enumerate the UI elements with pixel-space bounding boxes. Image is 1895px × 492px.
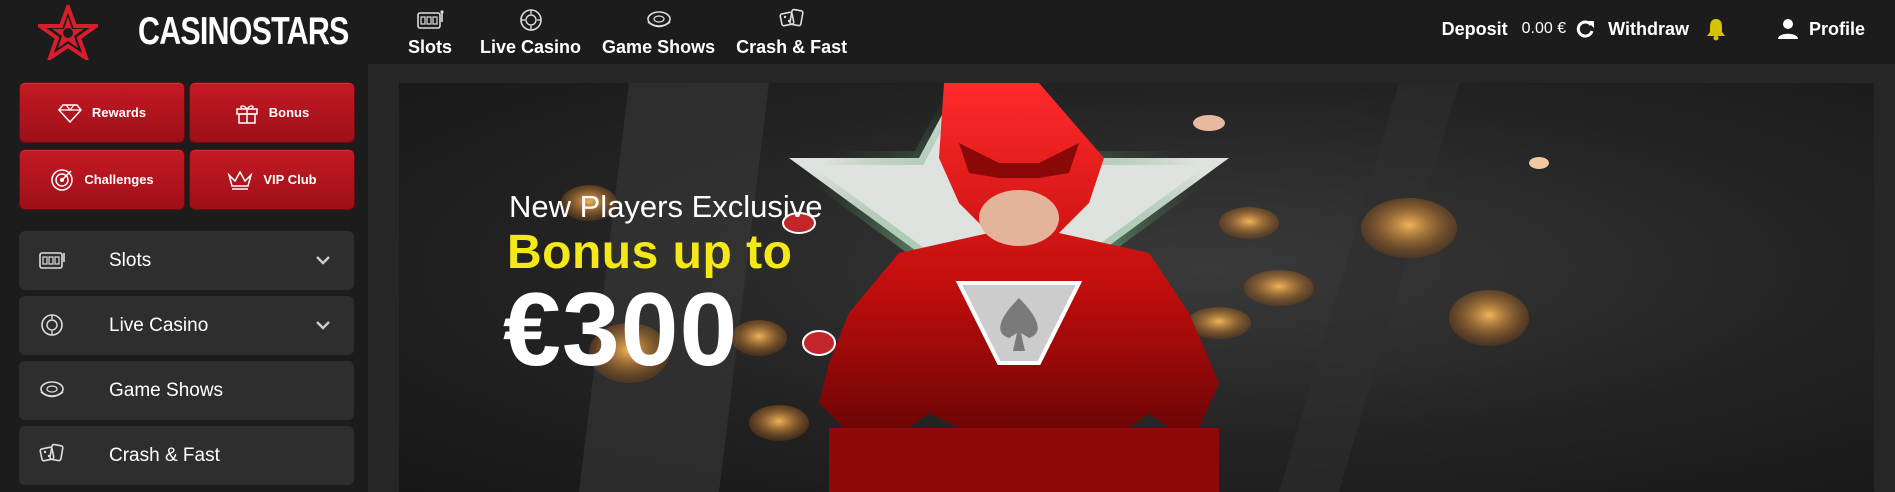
promo-banner[interactable]: New Players Exclusive Bonus up to €300 xyxy=(399,83,1874,492)
challenges-button[interactable]: Challenges xyxy=(19,149,185,210)
sidebar-item-slots[interactable]: Slots xyxy=(19,231,354,290)
sidebar-item-label: Crash & Fast xyxy=(109,444,220,466)
challenges-label: Challenges xyxy=(84,172,154,187)
deposit-button[interactable]: Deposit xyxy=(1442,19,1508,40)
sidebar-item-label: Game Shows xyxy=(109,379,224,401)
sidebar: Rewards Bonus Challenges VIP Club Slots … xyxy=(0,64,368,492)
chevron-down-icon[interactable] xyxy=(314,316,332,334)
roulette-chip-icon xyxy=(519,9,542,31)
target-icon xyxy=(51,168,74,191)
gift-icon xyxy=(236,104,258,124)
nav-game-shows[interactable]: Game Shows xyxy=(602,0,715,58)
sidebar-item-label: Live Casino xyxy=(109,314,209,336)
top-header: CASINOSTARS Slots Live Casino Game Shows… xyxy=(0,0,1895,64)
main-nav: Slots Live Casino Game Shows Crash & Fas… xyxy=(398,0,847,64)
bell-icon[interactable] xyxy=(1705,17,1727,41)
star-logo-icon[interactable] xyxy=(38,5,98,60)
sidebar-item-live-casino[interactable]: Live Casino xyxy=(19,296,354,355)
nav-label: Slots xyxy=(408,37,453,57)
dice-cards-icon xyxy=(779,8,804,27)
game-show-wheel-icon xyxy=(646,11,671,28)
nav-label: Live Casino xyxy=(480,37,582,57)
sidebar-item-label: Slots xyxy=(109,249,152,271)
slot-machine-icon xyxy=(417,10,444,29)
banner-amount: €300 xyxy=(503,272,739,388)
nav-label: Game Shows xyxy=(602,37,716,57)
user-icon[interactable] xyxy=(1777,18,1799,40)
roulette-chip-icon xyxy=(41,314,63,336)
refresh-icon[interactable] xyxy=(1574,18,1596,40)
rewards-button[interactable]: Rewards xyxy=(19,82,185,143)
vip-club-label: VIP Club xyxy=(263,172,317,187)
nav-slots[interactable]: Slots xyxy=(408,0,452,58)
chevron-down-icon[interactable] xyxy=(314,251,332,269)
banner-headline: New Players Exclusive xyxy=(509,189,823,224)
main-content: New Players Exclusive Bonus up to €300 xyxy=(368,64,1895,492)
nav-crash-fast[interactable]: Crash & Fast xyxy=(736,0,847,58)
diamond-icon xyxy=(57,103,82,123)
account-bar: Deposit 0.00 € Withdraw Profile xyxy=(1442,0,1895,58)
nav-label: Crash & Fast xyxy=(736,37,848,57)
profile-button[interactable]: Profile xyxy=(1809,19,1865,40)
sidebar-item-crash-fast[interactable]: Crash & Fast xyxy=(19,426,354,485)
vip-club-button[interactable]: VIP Club xyxy=(189,149,355,210)
slot-machine-icon xyxy=(39,252,65,269)
balance-display: 0.00 € xyxy=(1521,20,1567,37)
withdraw-button[interactable]: Withdraw xyxy=(1608,19,1689,40)
crown-icon xyxy=(227,169,253,190)
bonus-label: Bonus xyxy=(268,105,310,120)
bonus-button[interactable]: Bonus xyxy=(189,82,355,143)
nav-live-casino[interactable]: Live Casino xyxy=(480,0,581,58)
rewards-label: Rewards xyxy=(91,105,147,120)
game-show-wheel-icon xyxy=(40,381,64,398)
brand-name[interactable]: CASINOSTARS xyxy=(138,10,349,54)
dice-cards-icon xyxy=(39,443,64,462)
sidebar-item-game-shows[interactable]: Game Shows xyxy=(19,361,354,420)
